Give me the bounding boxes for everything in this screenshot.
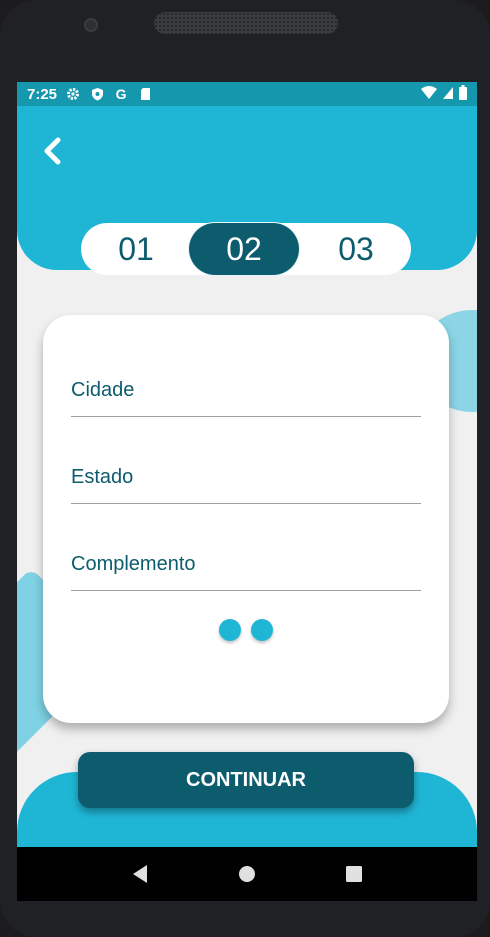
page-dots [219,619,273,641]
chevron-left-icon [44,137,61,165]
page-dot [219,619,241,641]
continue-button[interactable]: CONTINUAR [78,752,414,808]
nav-home-button[interactable] [227,854,267,894]
home-circle-icon [238,866,255,882]
cidade-label: Cidade [71,379,135,401]
address-form-card: Cidade Estado Complemento [43,315,449,723]
nav-recents-button[interactable] [334,854,374,894]
wifi-icon [421,85,437,103]
google-icon: G [115,86,127,102]
earpiece-speaker [154,12,338,34]
status-bar: 7:25 G [17,82,477,106]
step-03[interactable]: 03 [301,223,411,275]
front-camera [84,18,98,32]
step-02-active[interactable]: 02 [189,223,299,275]
estado-label: Estado [71,466,134,488]
signal-icon [443,86,453,103]
step-indicator: 01 03 02 [81,223,411,275]
status-right [421,84,467,104]
back-triangle-icon [133,865,148,883]
nav-back-button[interactable] [120,854,160,894]
system-nav-bar [17,847,477,901]
complemento-label: Complemento [71,553,196,575]
phone-frame: 01 03 02 7:25 G Cidade Estado Complement… [0,0,490,937]
back-button[interactable] [39,136,67,166]
estado-field[interactable]: Estado [71,452,421,504]
recents-square-icon [345,866,362,882]
shield-icon [89,86,105,102]
gear-icon [65,86,81,102]
battery-icon [459,84,467,104]
cidade-field[interactable]: Cidade [71,365,421,417]
status-left: 7:25 G [27,86,153,103]
app-screen: 01 03 02 7:25 G Cidade Estado Complement… [17,82,477,901]
page-dot [251,619,273,641]
complemento-field[interactable]: Complemento [71,539,421,591]
header-banner: 01 03 02 [17,106,477,275]
sd-card-icon [137,86,153,102]
status-time: 7:25 [27,85,58,103]
step-01[interactable]: 01 [81,223,191,275]
